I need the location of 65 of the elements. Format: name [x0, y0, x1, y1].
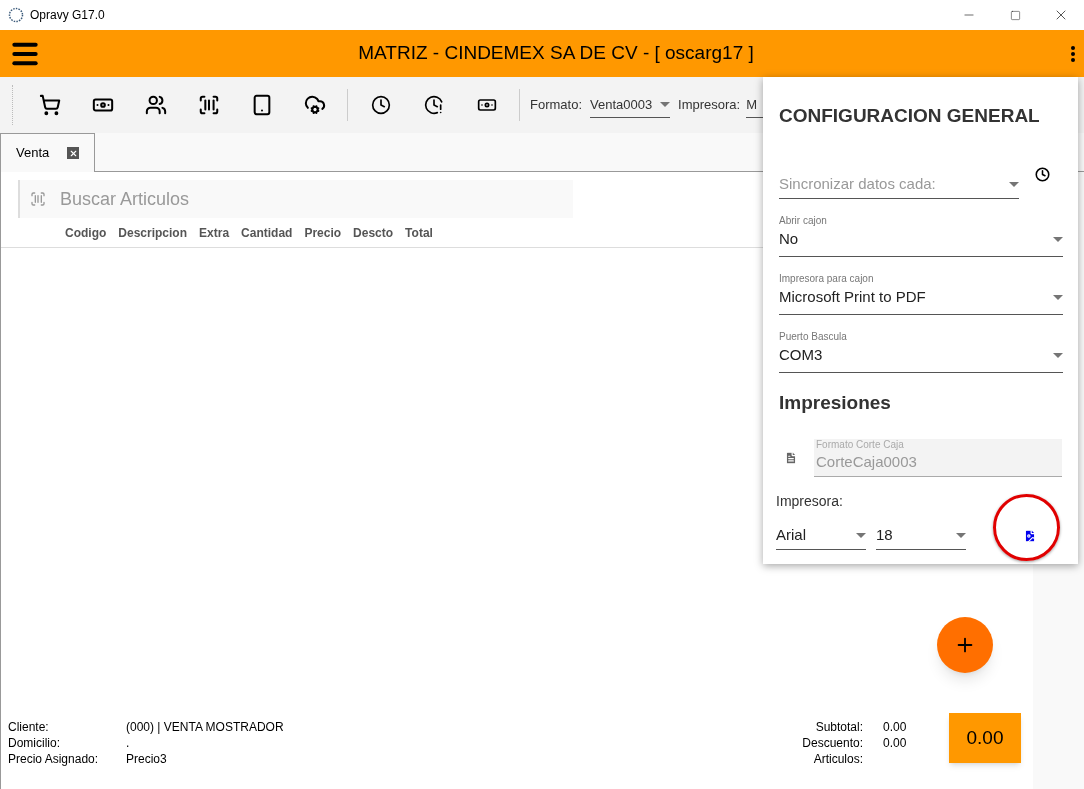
- panel-title: CONFIGURACION GENERAL: [779, 104, 1041, 128]
- more-icon: [1071, 45, 1075, 62]
- dropdown-caret-icon: [1009, 181, 1019, 187]
- image-file-icon: [1023, 529, 1037, 543]
- clock-icon: [370, 95, 391, 115]
- total-button[interactable]: 0.00: [949, 713, 1021, 763]
- info-value: .: [126, 735, 131, 751]
- dropdown-caret-icon: [1053, 236, 1063, 242]
- clock-icon: [1035, 166, 1050, 182]
- format-dropdown[interactable]: Venta0003: [590, 92, 670, 118]
- field-label: Impresora para cajon: [779, 272, 874, 286]
- search-field[interactable]: Buscar Articulos: [18, 180, 573, 218]
- window-title: Opravy G17.0: [30, 7, 105, 24]
- column-header: Cantidad: [241, 224, 293, 242]
- dropdown-caret-icon: [1053, 352, 1063, 358]
- printer-label: Impresora:: [776, 492, 844, 511]
- column-header: Descripcion: [118, 224, 188, 242]
- tab[interactable]: Venta: [0, 133, 96, 172]
- settings-dropdown[interactable]: Impresora para cajon Microsoft Print to PDF: [779, 270, 1063, 315]
- dropdown-caret-icon: [660, 102, 670, 107]
- add-button[interactable]: [937, 617, 993, 673]
- clock-alert-icon: [423, 95, 444, 115]
- barcode-icon: [197, 94, 220, 116]
- column-header: Descto: [353, 224, 394, 242]
- column-header: Precio: [304, 224, 342, 242]
- printer-label: Impresora:: [678, 96, 741, 115]
- total-label: Descuento:: [802, 735, 863, 751]
- field-label: Formato Corte Caja: [816, 439, 905, 451]
- field-label: Abrir cajon: [779, 214, 827, 228]
- info-label: Domicilio:: [8, 735, 61, 751]
- app-title: MATRIZ - CINDEMEX SA DE CV - [ oscarg17 ]: [357, 41, 755, 66]
- barcode-icon: [30, 191, 46, 207]
- total-label: Subtotal:: [814, 719, 863, 735]
- total-label: Articulos:: [812, 751, 863, 767]
- total-value: 0.00: [883, 719, 908, 735]
- settings-dropdown[interactable]: Puerto Bascula COM3: [779, 328, 1063, 373]
- column-header: Codigo: [65, 224, 107, 242]
- maximize-icon: [1009, 9, 1021, 21]
- people-icon: [144, 94, 167, 116]
- field-value: No: [779, 229, 799, 249]
- column-header: Extra: [199, 224, 230, 242]
- column-header: Total: [405, 224, 433, 242]
- format-label: Formato:: [530, 96, 582, 115]
- field-value: COM3: [779, 345, 823, 365]
- dropdown-caret-icon: [856, 533, 866, 538]
- dropdown-caret-icon: [1053, 294, 1063, 300]
- field-label: Puerto Bascula: [779, 330, 847, 344]
- section-title: Impresiones: [779, 390, 892, 415]
- field-value: CorteCaja0003: [816, 452, 918, 472]
- field-value: Microsoft Print to PDF: [779, 287, 926, 307]
- more-options-button[interactable]: [1071, 45, 1075, 62]
- app-logo-icon: [8, 7, 24, 23]
- font-dropdown[interactable]: Arial: [776, 522, 866, 550]
- total-value: 0.00: [883, 735, 908, 751]
- settings-dropdown[interactable]: Abrir cajon No: [779, 212, 1063, 257]
- font-size-dropdown[interactable]: 18: [876, 522, 966, 550]
- info-value: Precio3: [126, 751, 168, 767]
- close-tab-icon[interactable]: [67, 147, 80, 159]
- info-label: Precio Asignado:: [8, 751, 100, 767]
- document-icon: [784, 451, 798, 465]
- info-value: (000) | VENTA MOSTRADOR: [126, 719, 284, 735]
- cloud-icon: [303, 94, 326, 116]
- info-label: Cliente:: [8, 719, 50, 735]
- cart-icon: [38, 94, 61, 116]
- dropdown-caret-icon: [956, 533, 966, 538]
